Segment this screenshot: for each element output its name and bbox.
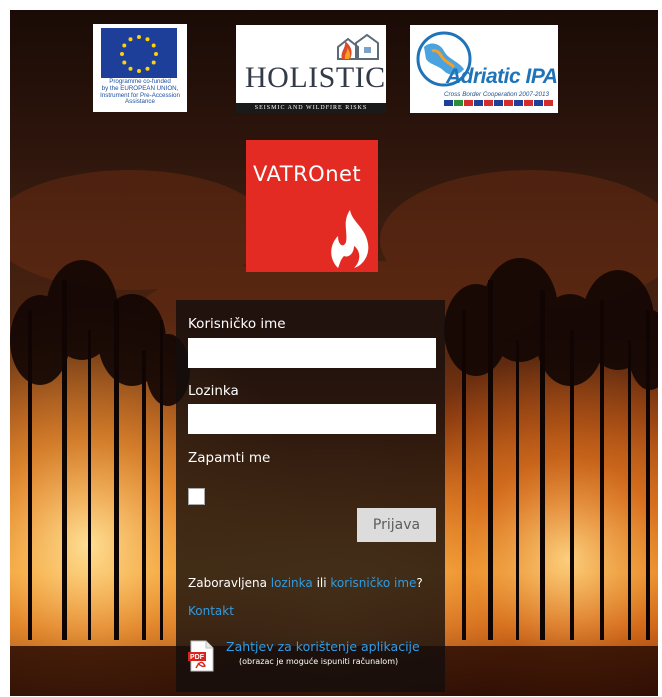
application-request-note: (obrazac je moguće ispuniti računalom) [239, 657, 399, 666]
login-panel: Korisničko ime Lozinka Zapamti me Prijav… [176, 300, 445, 692]
eu-logo: Programme co-funded by the EUROPEAN UNIO… [93, 24, 187, 112]
forgot-username-link[interactable]: korisničko ime [330, 576, 416, 590]
house-fire-icon [337, 33, 379, 60]
remember-me-label: Zapamti me [188, 450, 271, 466]
eu-flag-icon [101, 28, 177, 78]
vatronet-logo-name: VATROnet [253, 162, 362, 186]
username-input[interactable] [188, 338, 436, 368]
holistic-logo-name: HOLISTIC [245, 61, 386, 94]
forgot-credentials-text: Zaboravljena lozinka ili korisničko ime? [188, 576, 423, 590]
password-input[interactable] [188, 404, 436, 434]
login-button[interactable]: Prijava [357, 508, 436, 542]
username-label: Korisničko ime [188, 316, 286, 332]
application-request-link[interactable]: Zahtjev za korištenje aplikacije [226, 639, 420, 654]
adriatic-ipa-logo-tagline: Cross Border Cooperation 2007-2013 [444, 91, 550, 98]
contact-link[interactable]: Kontakt [188, 604, 234, 618]
vatronet-logo: VATROnet [246, 140, 378, 272]
holistic-logo: HOLISTIC SEISMIC AND WILDFIRE RISKS [236, 25, 386, 113]
pdf-icon-label: PDF [190, 654, 205, 661]
adriatic-ipa-logo-name: Adriatic IPA [446, 65, 558, 88]
country-flags-icon [444, 100, 553, 106]
flame-icon [331, 210, 369, 268]
adriatic-ipa-logo: Adriatic IPA Cross Border Cooperation 20… [410, 25, 558, 113]
login-page: Programme co-funded by the EUROPEAN UNIO… [10, 10, 658, 696]
holistic-logo-tagline: SEISMIC AND WILDFIRE RISKS [236, 103, 386, 113]
forgot-password-link[interactable]: lozinka [271, 576, 313, 590]
remember-me-checkbox[interactable] [188, 488, 205, 505]
password-label: Lozinka [188, 383, 239, 399]
pdf-icon[interactable]: PDF [188, 640, 215, 672]
eu-logo-text: Programme co-funded by the EUROPEAN UNIO… [100, 78, 180, 106]
